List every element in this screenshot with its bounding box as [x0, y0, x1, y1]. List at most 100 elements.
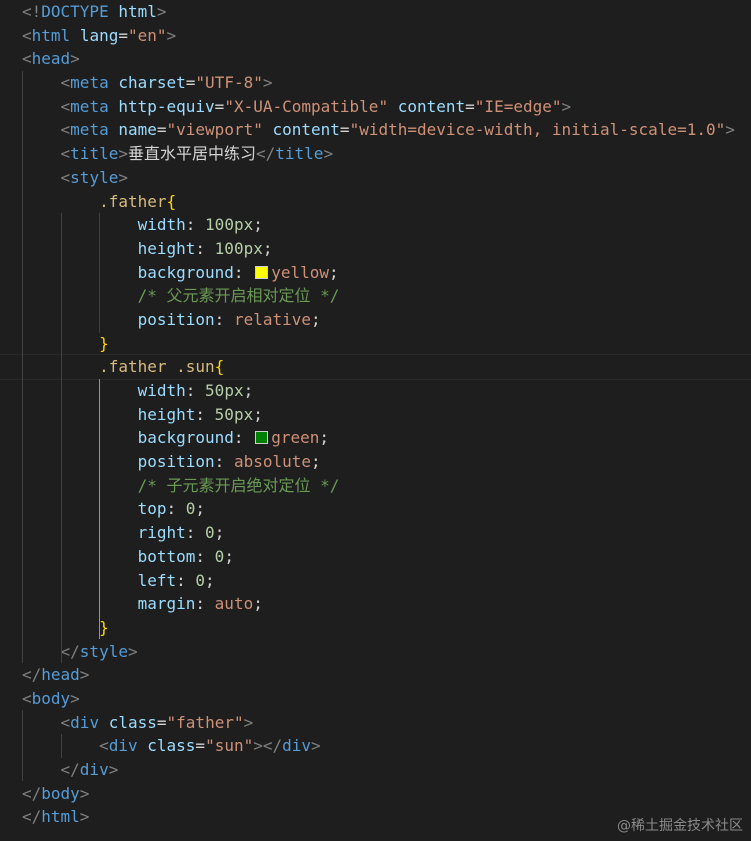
- token: title: [275, 144, 324, 164]
- code-line-3: <head>: [0, 47, 751, 71]
- token: /* 父元素开启相对定位 */: [137, 286, 340, 306]
- color-swatch-yellow[interactable]: [255, 265, 269, 279]
- code-line-19: background: green;: [0, 426, 751, 450]
- token: div: [108, 736, 138, 756]
- indent-guide: [61, 213, 62, 663]
- token: =: [156, 120, 167, 140]
- code-editor[interactable]: <!DOCTYPE html> <html lang="en"> <head> …: [0, 0, 751, 841]
- token: meta: [70, 73, 109, 93]
- code-line-27: }: [0, 616, 751, 640]
- token: </: [22, 783, 42, 803]
- token: :: [195, 546, 206, 566]
- token: :: [166, 499, 177, 519]
- token: </: [256, 144, 276, 164]
- token: =: [465, 96, 475, 116]
- watermark: @稀土掘金技术社区: [617, 818, 743, 834]
- token: >: [70, 49, 80, 69]
- token: class: [108, 712, 157, 732]
- token: ;: [253, 594, 263, 614]
- token: "father": [166, 712, 244, 732]
- token: absolute: [233, 452, 311, 472]
- token: <!: [22, 2, 42, 21]
- code-line-12: background: yellow;: [0, 261, 751, 285]
- code-line-20: position: absolute;: [0, 450, 751, 474]
- code-line-24: bottom: 0;: [0, 545, 751, 569]
- token: :: [176, 570, 186, 590]
- token: <: [60, 144, 71, 164]
- token: ;: [253, 215, 263, 235]
- token: <: [22, 49, 32, 69]
- token: green: [271, 428, 320, 448]
- token: {: [214, 357, 225, 377]
- token: ;: [262, 238, 273, 258]
- token: :: [214, 452, 225, 472]
- code-line-7: <title>垂直水平居中练习</title>: [0, 142, 751, 166]
- token: style: [70, 167, 119, 187]
- code-line-34: </body>: [0, 782, 751, 806]
- token: ;: [253, 404, 263, 424]
- color-swatch-green[interactable]: [255, 431, 269, 445]
- token: .father .sun: [99, 357, 215, 377]
- token: ;: [243, 381, 254, 400]
- code-line-21: /* 子元素开启绝对定位 */: [0, 474, 751, 498]
- token: head: [31, 49, 71, 69]
- code-line-10: width: 100px;: [0, 213, 751, 237]
- token: height: [137, 404, 196, 424]
- token: "width=device-width, initial-scale=1.0": [349, 120, 726, 140]
- code-line-14: position: relative;: [0, 308, 751, 332]
- token: >: [725, 120, 735, 140]
- token: 0: [205, 523, 215, 543]
- token: 0: [214, 546, 225, 566]
- token: body: [41, 783, 80, 803]
- token: "en": [127, 25, 167, 45]
- token: meta: [70, 120, 109, 140]
- token: >: [118, 144, 128, 164]
- token: head: [41, 665, 80, 685]
- token: >: [262, 73, 273, 93]
- token: ;: [311, 452, 321, 472]
- token: 100px: [205, 215, 254, 235]
- token: ;: [319, 428, 330, 448]
- token: =: [339, 120, 350, 140]
- token: >: [166, 25, 177, 45]
- token: 50px: [205, 381, 244, 400]
- token: :: [195, 404, 206, 424]
- token: </: [22, 665, 42, 685]
- token: title: [70, 144, 119, 164]
- token: >: [561, 96, 572, 116]
- token: :: [185, 381, 196, 400]
- token: class: [147, 736, 196, 756]
- indent-guide: [22, 71, 23, 663]
- token: div: [70, 712, 100, 732]
- token: content: [272, 120, 340, 140]
- code-line-18: height: 50px;: [0, 403, 751, 427]
- token: html: [31, 25, 71, 45]
- code-line-15: }: [0, 332, 751, 356]
- token: ;: [214, 523, 225, 543]
- token: .father: [99, 191, 167, 211]
- token: 0: [195, 570, 206, 590]
- token: html: [118, 2, 157, 21]
- code-line-30: <body>: [0, 687, 751, 711]
- token: ;: [224, 546, 234, 566]
- token: :: [233, 262, 244, 282]
- token: /* 子元素开启绝对定位 */: [137, 475, 340, 495]
- token: >: [70, 688, 80, 708]
- code-line-8: <style>: [0, 166, 751, 190]
- token: name: [118, 120, 157, 140]
- code-line-4: <meta charset="UTF-8">: [0, 71, 751, 95]
- token: ;: [311, 309, 321, 329]
- token: <: [60, 120, 71, 140]
- token: >: [79, 665, 90, 685]
- code-line-23: right: 0;: [0, 521, 751, 545]
- token: background: [137, 262, 234, 282]
- token: >: [311, 736, 321, 756]
- code-area[interactable]: <!DOCTYPE html> <html lang="en"> <head> …: [0, 0, 751, 829]
- code-line-31: <div class="father">: [0, 711, 751, 735]
- token: <: [60, 712, 71, 732]
- token: <: [60, 96, 71, 116]
- token: "UTF-8": [195, 73, 263, 93]
- token: width: [137, 381, 186, 400]
- indent-guide: [22, 710, 23, 781]
- token: content: [397, 96, 466, 116]
